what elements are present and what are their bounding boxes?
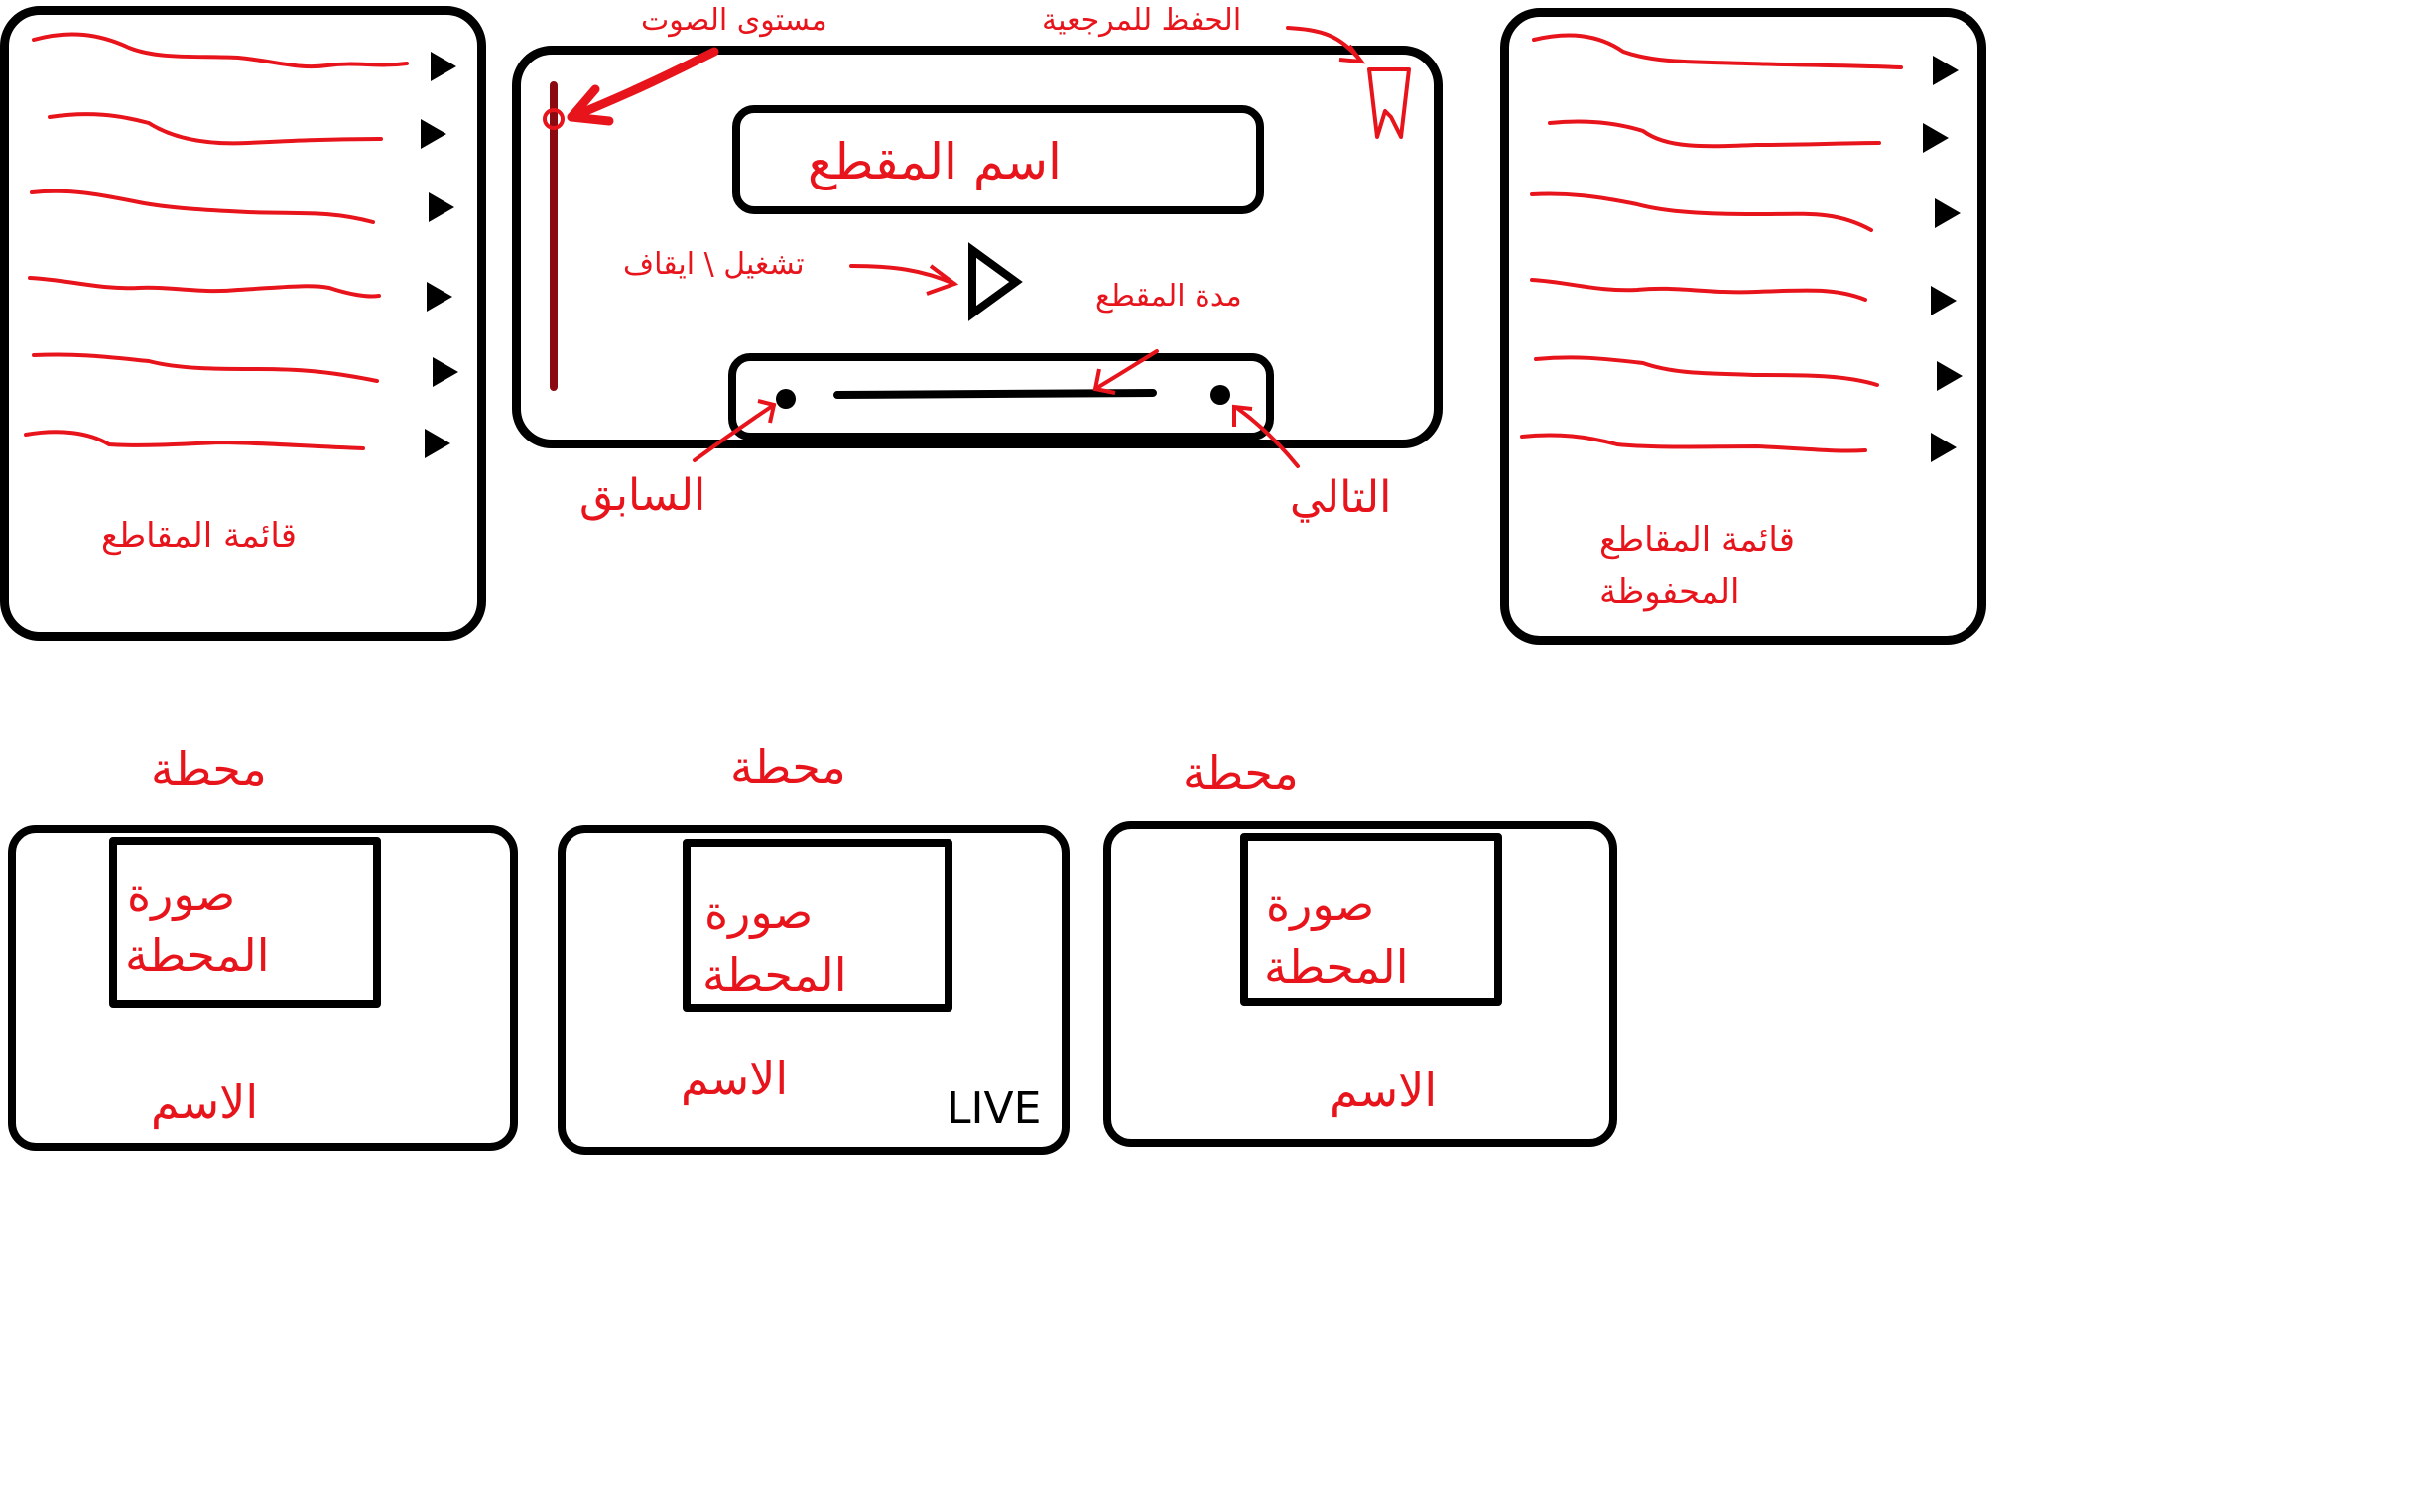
play-arrow-icon: [1923, 123, 1949, 153]
play-arrow-icon: [431, 52, 456, 81]
playlist-row-2-squiggle: [48, 112, 383, 146]
playlist-row-1-squiggle: [32, 32, 409, 69]
saved-row-1-squiggle: [1532, 33, 1903, 69]
playlist-row-3-squiggle: [30, 189, 375, 224]
play-arrow-icon: [1937, 361, 1963, 391]
play-arrow-icon: [429, 192, 454, 222]
saved-row-3-squiggle: [1530, 191, 1873, 232]
saved-row-5-squiggle: [1534, 355, 1879, 387]
sketch-overlay: [24, 26, 1963, 468]
bookmark-pointer-arrowhead: [1338, 44, 1366, 64]
saved-row-4-squiggle: [1530, 278, 1867, 302]
saved-rows: [1520, 33, 1903, 453]
playlist-arrows[interactable]: [421, 52, 458, 458]
playlist-row-5-squiggle: [32, 352, 379, 383]
play-arrow-icon: [421, 119, 446, 149]
volume-pointer-arrow: [567, 47, 719, 122]
playlist-row-4-squiggle: [28, 276, 381, 299]
playlist-row-6-squiggle: [24, 430, 365, 450]
saved-row-2-squiggle: [1548, 119, 1881, 149]
duration-pointer-arrow: [1093, 349, 1159, 391]
play-arrow-icon: [425, 429, 450, 458]
next-button[interactable]: [1210, 385, 1230, 405]
saved-arrows[interactable]: [1923, 56, 1963, 462]
bookmark-pointer-arrow: [1286, 26, 1363, 63]
play-arrow-icon: [1935, 198, 1961, 228]
previous-pointer-arrow: [693, 403, 776, 462]
progress-bar[interactable]: [833, 389, 1157, 399]
bookmark-icon[interactable]: [1367, 67, 1411, 139]
play-arrow-icon: [433, 357, 458, 387]
play-arrow-icon: [427, 282, 452, 312]
play-pointer-arrow: [849, 264, 956, 286]
next-pointer-arrow: [1236, 407, 1300, 468]
play-arrow-icon: [1931, 286, 1957, 315]
saved-row-6-squiggle: [1520, 433, 1867, 453]
play-arrow-icon: [1933, 56, 1959, 85]
playlist-rows: [24, 32, 409, 450]
previous-button[interactable]: [776, 389, 796, 409]
play-arrow-icon: [1931, 433, 1957, 462]
play-icon[interactable]: [968, 242, 1023, 321]
